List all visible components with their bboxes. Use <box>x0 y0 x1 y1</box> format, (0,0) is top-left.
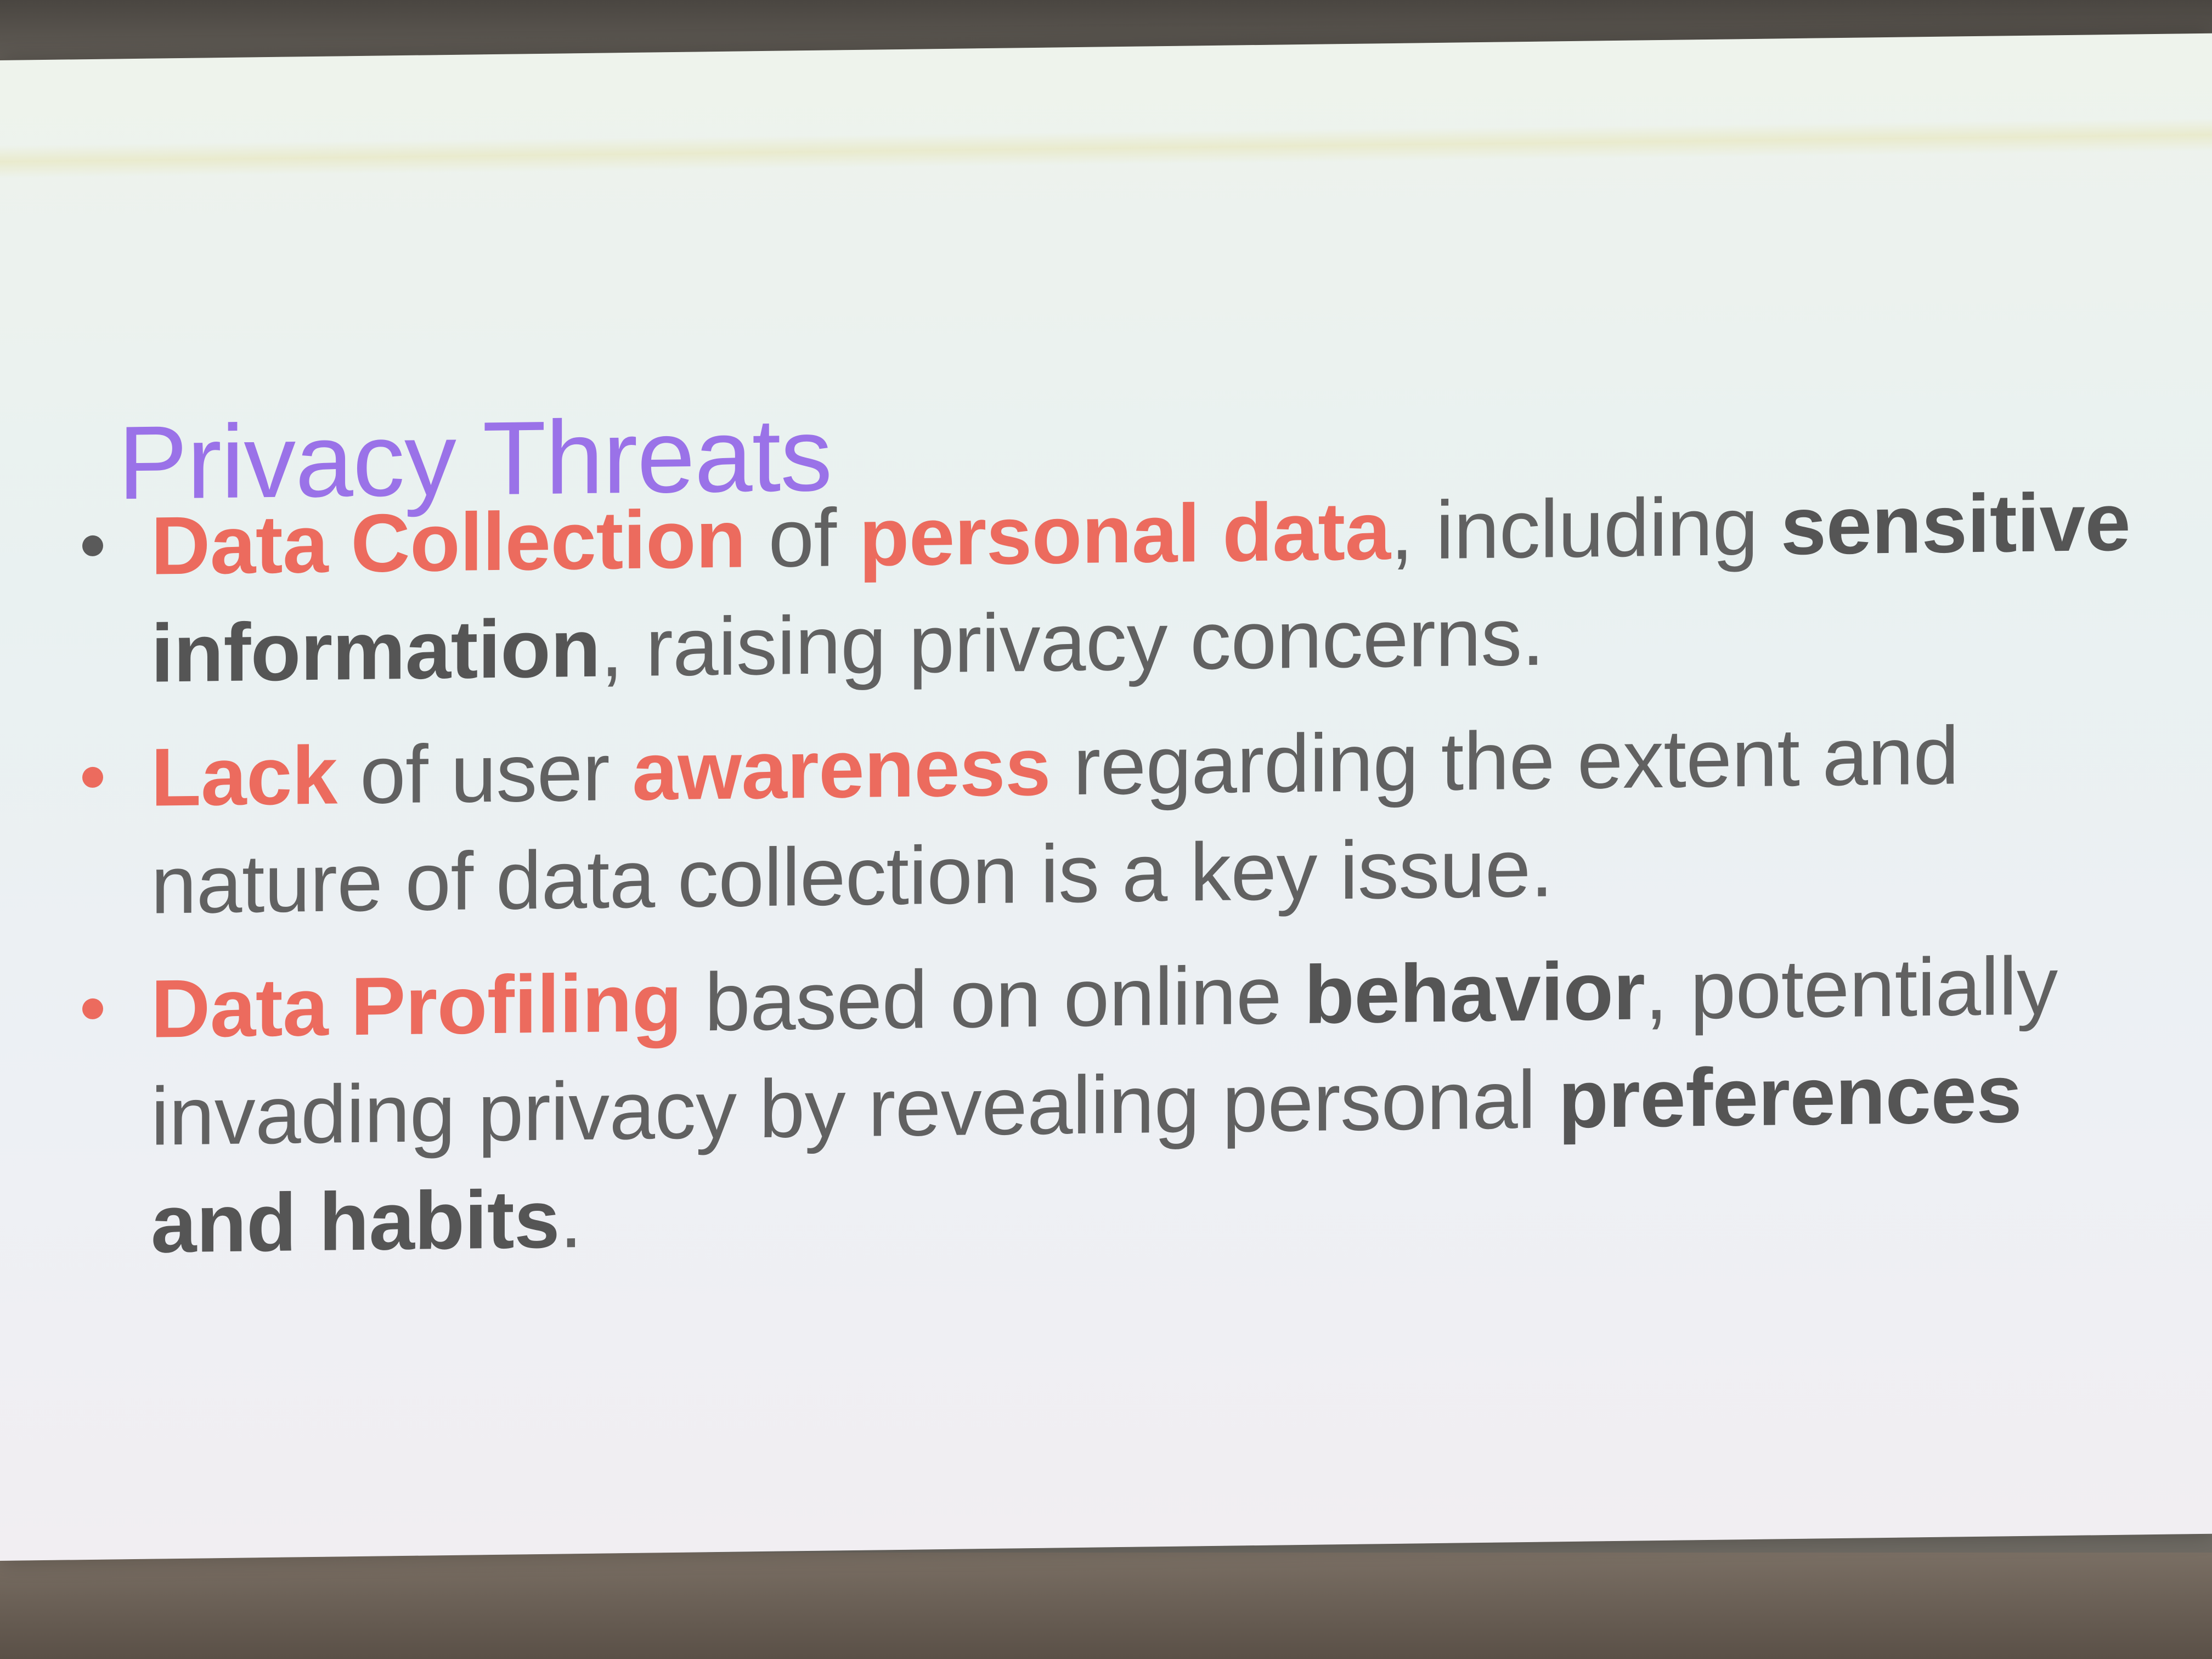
bullet-dot-icon <box>82 998 103 1020</box>
bullet-text-segment: awareness <box>632 720 1051 817</box>
bullet-data-profiling: Data Profiling based on online behavior,… <box>71 930 2145 1278</box>
bullet-text-segment: . <box>560 1172 583 1265</box>
bullet-text-segment: , including <box>1390 479 1781 577</box>
bullet-text-segment: , raising privacy concerns. <box>600 590 1544 694</box>
bullet-text-segment: based on online <box>682 948 1305 1048</box>
bullet-text-segment: Lack <box>151 729 337 823</box>
screen-header-band <box>0 118 2212 178</box>
bullet-list: Data Collection of personal data, includ… <box>71 467 2145 1295</box>
bullet-text-segment: of <box>746 490 859 585</box>
bullet-text-segment: of user <box>337 725 633 821</box>
wall-bottom <box>0 1553 2212 1659</box>
bullet-text-segment: personal data <box>859 484 1391 583</box>
bullet-data-collection: Data Collection of personal data, includ… <box>71 467 2145 708</box>
bullet-user-awareness: Lack of user awareness regarding the ext… <box>71 699 2145 939</box>
projection-screen: Privacy Threats Data Collection of perso… <box>0 33 2212 1561</box>
bullet-dot-icon <box>82 766 103 788</box>
bullet-text-segment: Data Profiling <box>151 956 682 1055</box>
bullet-dot-icon <box>82 535 103 557</box>
bullet-text-segment: behavior <box>1304 944 1645 1041</box>
bullet-text-segment: Data Collection <box>151 492 746 592</box>
